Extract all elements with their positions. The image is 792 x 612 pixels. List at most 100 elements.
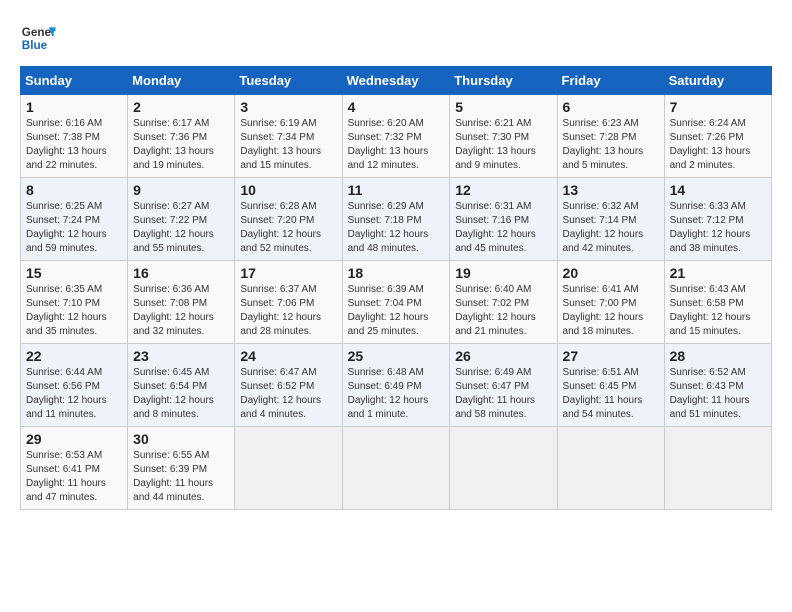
calendar-cell: 7Sunrise: 6:24 AM Sunset: 7:26 PM Daylig… [664,95,771,178]
day-detail: Sunrise: 6:21 AM Sunset: 7:30 PM Dayligh… [455,117,551,173]
calendar-cell [342,427,450,510]
day-number: 14 [670,182,766,198]
calendar-cell: 28 Sunrise: 6:52 AM Sunset: 6:43 PM Dayli… [664,344,771,427]
calendar-header-row: SundayMondayTuesdayWednesdayThursdayFrid… [21,67,772,95]
day-detail: Sunrise: 6:41 AM Sunset: 7:00 PM Dayligh… [563,283,659,339]
day-detail: Sunrise: 6:23 AM Sunset: 7:28 PM Dayligh… [563,117,659,173]
calendar-cell: 23Sunrise: 6:45 AM Sunset: 6:54 PM Dayli… [128,344,235,427]
calendar-cell: 17 Sunrise: 6:37 AM Sunset: 7:06 PM Dayli… [235,261,342,344]
day-detail: Sunrise: 6:35 AM Sunset: 7:10 PM Dayligh… [26,283,122,339]
calendar-cell: 15Sunrise: 6:35 AM Sunset: 7:10 PM Dayli… [21,261,128,344]
calendar-cell: 9 Sunrise: 6:27 AM Sunset: 7:22 PM Daylig… [128,178,235,261]
calendar-cell: 4 Sunrise: 6:20 AM Sunset: 7:32 PM Daylig… [342,95,450,178]
day-detail: Sunrise: 6:17 AM Sunset: 7:36 PM Dayligh… [133,117,229,173]
day-number: 30 [133,431,229,447]
day-detail: Sunrise: 6:43 AM Sunset: 6:58 PM Dayligh… [670,283,766,339]
day-detail: Sunrise: 6:25 AM Sunset: 7:24 PM Dayligh… [26,200,122,256]
calendar-cell: 16 Sunrise: 6:36 AM Sunset: 7:08 PM Dayli… [128,261,235,344]
day-number: 9 [133,182,229,198]
calendar-week-4: 22 Sunrise: 6:44 AM Sunset: 6:56 PM Dayli… [21,344,772,427]
calendar-cell [235,427,342,510]
calendar-cell: 8 Sunrise: 6:25 AM Sunset: 7:24 PM Daylig… [21,178,128,261]
day-detail: Sunrise: 6:32 AM Sunset: 7:14 PM Dayligh… [563,200,659,256]
day-number: 17 [240,265,336,281]
day-number: 19 [455,265,551,281]
day-number: 24 [240,348,336,364]
day-detail: Sunrise: 6:52 AM Sunset: 6:43 PM Dayligh… [670,366,766,422]
day-number: 26 [455,348,551,364]
calendar-cell: 14 Sunrise: 6:33 AM Sunset: 7:12 PM Dayli… [664,178,771,261]
day-detail: Sunrise: 6:33 AM Sunset: 7:12 PM Dayligh… [670,200,766,256]
day-number: 4 [348,99,445,115]
day-number: 23 [133,348,229,364]
day-number: 6 [563,99,659,115]
calendar-cell: 10Sunrise: 6:28 AM Sunset: 7:20 PM Dayli… [235,178,342,261]
day-detail: Sunrise: 6:49 AM Sunset: 6:47 PM Dayligh… [455,366,551,422]
day-number: 13 [563,182,659,198]
logo-icon: General Blue [20,20,56,56]
column-header-friday: Friday [557,67,664,95]
day-number: 16 [133,265,229,281]
day-detail: Sunrise: 6:29 AM Sunset: 7:18 PM Dayligh… [348,200,445,256]
day-detail: Sunrise: 6:48 AM Sunset: 6:49 PM Dayligh… [348,366,445,422]
day-number: 2 [133,99,229,115]
calendar-week-3: 15Sunrise: 6:35 AM Sunset: 7:10 PM Dayli… [21,261,772,344]
column-header-tuesday: Tuesday [235,67,342,95]
day-detail: Sunrise: 6:24 AM Sunset: 7:26 PM Dayligh… [670,117,766,173]
calendar-cell: 18Sunrise: 6:39 AM Sunset: 7:04 PM Dayli… [342,261,450,344]
calendar-week-5: 29Sunrise: 6:53 AM Sunset: 6:41 PM Dayli… [21,427,772,510]
svg-text:Blue: Blue [22,39,48,52]
day-detail: Sunrise: 6:20 AM Sunset: 7:32 PM Dayligh… [348,117,445,173]
day-number: 27 [563,348,659,364]
calendar-cell [664,427,771,510]
column-header-saturday: Saturday [664,67,771,95]
day-number: 22 [26,348,122,364]
day-detail: Sunrise: 6:40 AM Sunset: 7:02 PM Dayligh… [455,283,551,339]
calendar-week-1: 1 Sunrise: 6:16 AM Sunset: 7:38 PM Daylig… [21,95,772,178]
day-detail: Sunrise: 6:51 AM Sunset: 6:45 PM Dayligh… [563,366,659,422]
column-header-wednesday: Wednesday [342,67,450,95]
calendar-cell: 24Sunrise: 6:47 AM Sunset: 6:52 PM Dayli… [235,344,342,427]
day-detail: Sunrise: 6:44 AM Sunset: 6:56 PM Dayligh… [26,366,122,422]
day-detail: Sunrise: 6:37 AM Sunset: 7:06 PM Dayligh… [240,283,336,339]
day-detail: Sunrise: 6:39 AM Sunset: 7:04 PM Dayligh… [348,283,445,339]
day-number: 1 [26,99,122,115]
calendar-cell: 27 Sunrise: 6:51 AM Sunset: 6:45 PM Dayli… [557,344,664,427]
day-detail: Sunrise: 6:55 AM Sunset: 6:39 PM Dayligh… [133,449,229,505]
day-detail: Sunrise: 6:53 AM Sunset: 6:41 PM Dayligh… [26,449,122,505]
day-number: 11 [348,182,445,198]
calendar-cell: 6 Sunrise: 6:23 AM Sunset: 7:28 PM Daylig… [557,95,664,178]
day-number: 25 [348,348,445,364]
day-number: 28 [670,348,766,364]
column-header-thursday: Thursday [450,67,557,95]
calendar-table: SundayMondayTuesdayWednesdayThursdayFrid… [20,66,772,510]
calendar-cell: 22 Sunrise: 6:44 AM Sunset: 6:56 PM Dayli… [21,344,128,427]
calendar-cell: 21Sunrise: 6:43 AM Sunset: 6:58 PM Dayli… [664,261,771,344]
calendar-cell: 20 Sunrise: 6:41 AM Sunset: 7:00 PM Dayli… [557,261,664,344]
calendar-cell: 3Sunrise: 6:19 AM Sunset: 7:34 PM Daylig… [235,95,342,178]
calendar-cell: 25 Sunrise: 6:48 AM Sunset: 6:49 PM Dayli… [342,344,450,427]
day-detail: Sunrise: 6:27 AM Sunset: 7:22 PM Dayligh… [133,200,229,256]
calendar-cell: 26 Sunrise: 6:49 AM Sunset: 6:47 PM Dayli… [450,344,557,427]
day-detail: Sunrise: 6:16 AM Sunset: 7:38 PM Dayligh… [26,117,122,173]
day-detail: Sunrise: 6:19 AM Sunset: 7:34 PM Dayligh… [240,117,336,173]
day-detail: Sunrise: 6:28 AM Sunset: 7:20 PM Dayligh… [240,200,336,256]
column-header-sunday: Sunday [21,67,128,95]
calendar-cell: 5 Sunrise: 6:21 AM Sunset: 7:30 PM Daylig… [450,95,557,178]
column-header-monday: Monday [128,67,235,95]
logo: General Blue [20,20,56,56]
calendar-cell: 1 Sunrise: 6:16 AM Sunset: 7:38 PM Daylig… [21,95,128,178]
day-number: 5 [455,99,551,115]
day-number: 12 [455,182,551,198]
calendar-cell: 29Sunrise: 6:53 AM Sunset: 6:41 PM Dayli… [21,427,128,510]
day-detail: Sunrise: 6:31 AM Sunset: 7:16 PM Dayligh… [455,200,551,256]
calendar-cell: 12 Sunrise: 6:31 AM Sunset: 7:16 PM Dayli… [450,178,557,261]
calendar-cell [557,427,664,510]
day-number: 20 [563,265,659,281]
day-number: 8 [26,182,122,198]
calendar-cell: 11 Sunrise: 6:29 AM Sunset: 7:18 PM Dayli… [342,178,450,261]
calendar-cell: 13 Sunrise: 6:32 AM Sunset: 7:14 PM Dayli… [557,178,664,261]
calendar-cell: 30 Sunrise: 6:55 AM Sunset: 6:39 PM Dayli… [128,427,235,510]
calendar-cell: 19 Sunrise: 6:40 AM Sunset: 7:02 PM Dayli… [450,261,557,344]
day-detail: Sunrise: 6:36 AM Sunset: 7:08 PM Dayligh… [133,283,229,339]
